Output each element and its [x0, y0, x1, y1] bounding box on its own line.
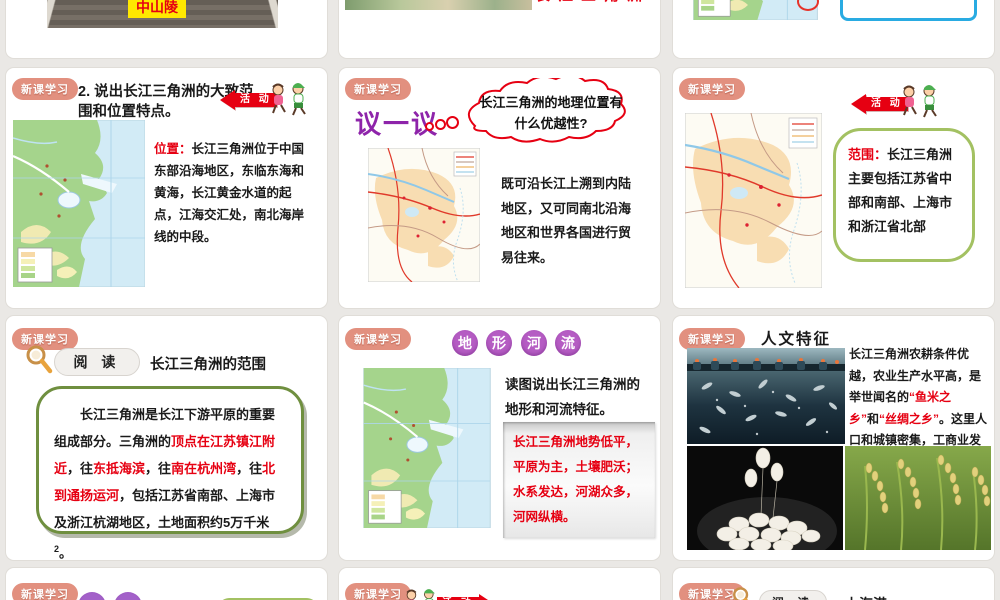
lesson-badge: 新课学习 [679, 78, 745, 100]
slide-discussion[interactable]: 新课学习 议一议 长江三角洲的地理位置有 什么优越性? 既可沿长江上溯到内陆地区… [339, 68, 660, 308]
cloud-question: 长江三角洲的地理位置有 什么优越性? [479, 95, 623, 131]
callout-box [840, 0, 977, 21]
landscape-painting-image [345, 0, 532, 10]
read-pill: 阅 读 [759, 590, 827, 600]
rice-field-photo [845, 446, 991, 550]
slide-thumb-map-intro[interactable] [673, 0, 994, 58]
road-map [367, 147, 481, 287]
arrow-head-icon [220, 90, 235, 110]
reading-callout: 长江三角洲是长江下游平原的重要组成部分。三角洲的顶点在江苏镇江附近，往东抵海滨，… [36, 386, 304, 560]
arrow-head-icon [478, 594, 494, 600]
running-kids-icon [272, 83, 306, 116]
read-pill: 阅 读 [54, 348, 140, 376]
advantage-answer: 既可沿长江上溯到内陆地区，又可同南北沿海地区和世界各国进行贸易往来。 [501, 176, 632, 265]
running-kids-icon [903, 85, 937, 118]
topic-chip: 形 [486, 330, 512, 356]
road-map [684, 112, 823, 293]
thought-bubble-dot [425, 122, 434, 131]
reading-title: 长江三角洲的范围 [150, 357, 266, 373]
location-paragraph: 位置：长江三角洲位于中国东部沿海地区，东临东海和黄海，长江黄金水道的起点，江海交… [154, 142, 305, 244]
slide-thumb-painting[interactable]: 长江三角洲 [339, 0, 660, 58]
lesson-badge: 新课学习 [345, 328, 411, 350]
clipped-slide-title: 长江三角洲 [535, 0, 650, 5]
magnifier-icon [733, 587, 749, 600]
activity-arrow: 活 动 [437, 594, 494, 600]
lesson-badge: 新课学习 [12, 583, 78, 600]
slide-human-features[interactable]: 新课学习 人文特征 长江三角洲农耕条件优越，农业生产水平高，是举世闻名的“鱼米之… [673, 316, 994, 560]
range-text: 范围：长江三角洲主要包括江苏省中部和南部、上海市和浙江省北部 [848, 147, 953, 234]
answer-box: 长江三角洲地势低平，平原为主，土壤肥沃；水系发达，河湖众多，河网纵横。 [503, 422, 655, 538]
fishing-harvest-photo [687, 348, 845, 444]
port-title: 上海港 [845, 594, 887, 600]
slide-landform-rivers[interactable]: 新课学习 地 形 河 流 读图说出长江三角洲的 地形和河流特征。 长江三角洲地势… [339, 316, 660, 560]
photo-caption-label: 中山陵 [128, 0, 186, 18]
range-callout: 范围：长江三角洲主要包括江苏省中部和南部、上海市和浙江省北部 [833, 128, 975, 262]
topic-chip [114, 592, 142, 600]
lesson-badge: 新课学习 [679, 328, 745, 350]
silkworm-cocoons-photo [687, 446, 843, 550]
lesson-badge: 新课学习 [12, 78, 78, 100]
topographic-map [362, 367, 492, 533]
slide-location-activity[interactable]: 新课学习 2. 说出长江三角洲的大致范 围和位置特点。 活 动 位置：长江三角洲… [6, 68, 327, 308]
topic-chip: 流 [555, 330, 581, 356]
slide-thumb-next-2[interactable]: 新课学习 活 动 [339, 568, 660, 600]
slide-thumb-shanghai-port[interactable]: 新课学习 阅 读 上海港 [673, 568, 994, 600]
map-prompt: 读图说出长江三角洲的 地形和河流特征。 [505, 377, 640, 417]
slide-title: 人文特征 [761, 331, 832, 348]
topographic-map [12, 119, 146, 292]
topic-chip: 地 [452, 330, 478, 356]
slide-range-activity[interactable]: 新课学习 活 动 范围：长江三角洲主要包括江苏省中部和南部、上海市和浙江省北部 [673, 68, 994, 308]
slide-thumb-zhongshanling[interactable]: 中山陵 [6, 0, 327, 58]
slide-thumb-next-1[interactable]: 新课学习 [6, 568, 327, 600]
answer-text: 长江三角洲地势低平，平原为主，土壤肥沃；水系发达，河湖众多，河网纵横。 [513, 435, 639, 524]
thought-bubble-dot [435, 119, 446, 130]
arrow-head-icon [851, 94, 866, 114]
running-kids-icon [406, 589, 435, 600]
topic-chip: 河 [521, 330, 547, 356]
lesson-badge: 新课学习 [345, 78, 411, 100]
topic-chip [78, 592, 106, 600]
slide-reading-range[interactable]: 新课学习 阅 读 长江三角洲的范围 长江三角洲是长江下游平原的重要组成部分。三角… [6, 316, 327, 560]
slide-sorter-page: 中山陵 长江三角洲 [0, 0, 1000, 600]
magnifier-icon [26, 345, 53, 374]
reading-paragraph: 长江三角洲是长江下游平原的重要组成部分。三角洲的顶点在江苏镇江附近，往东抵海滨，… [54, 407, 276, 560]
